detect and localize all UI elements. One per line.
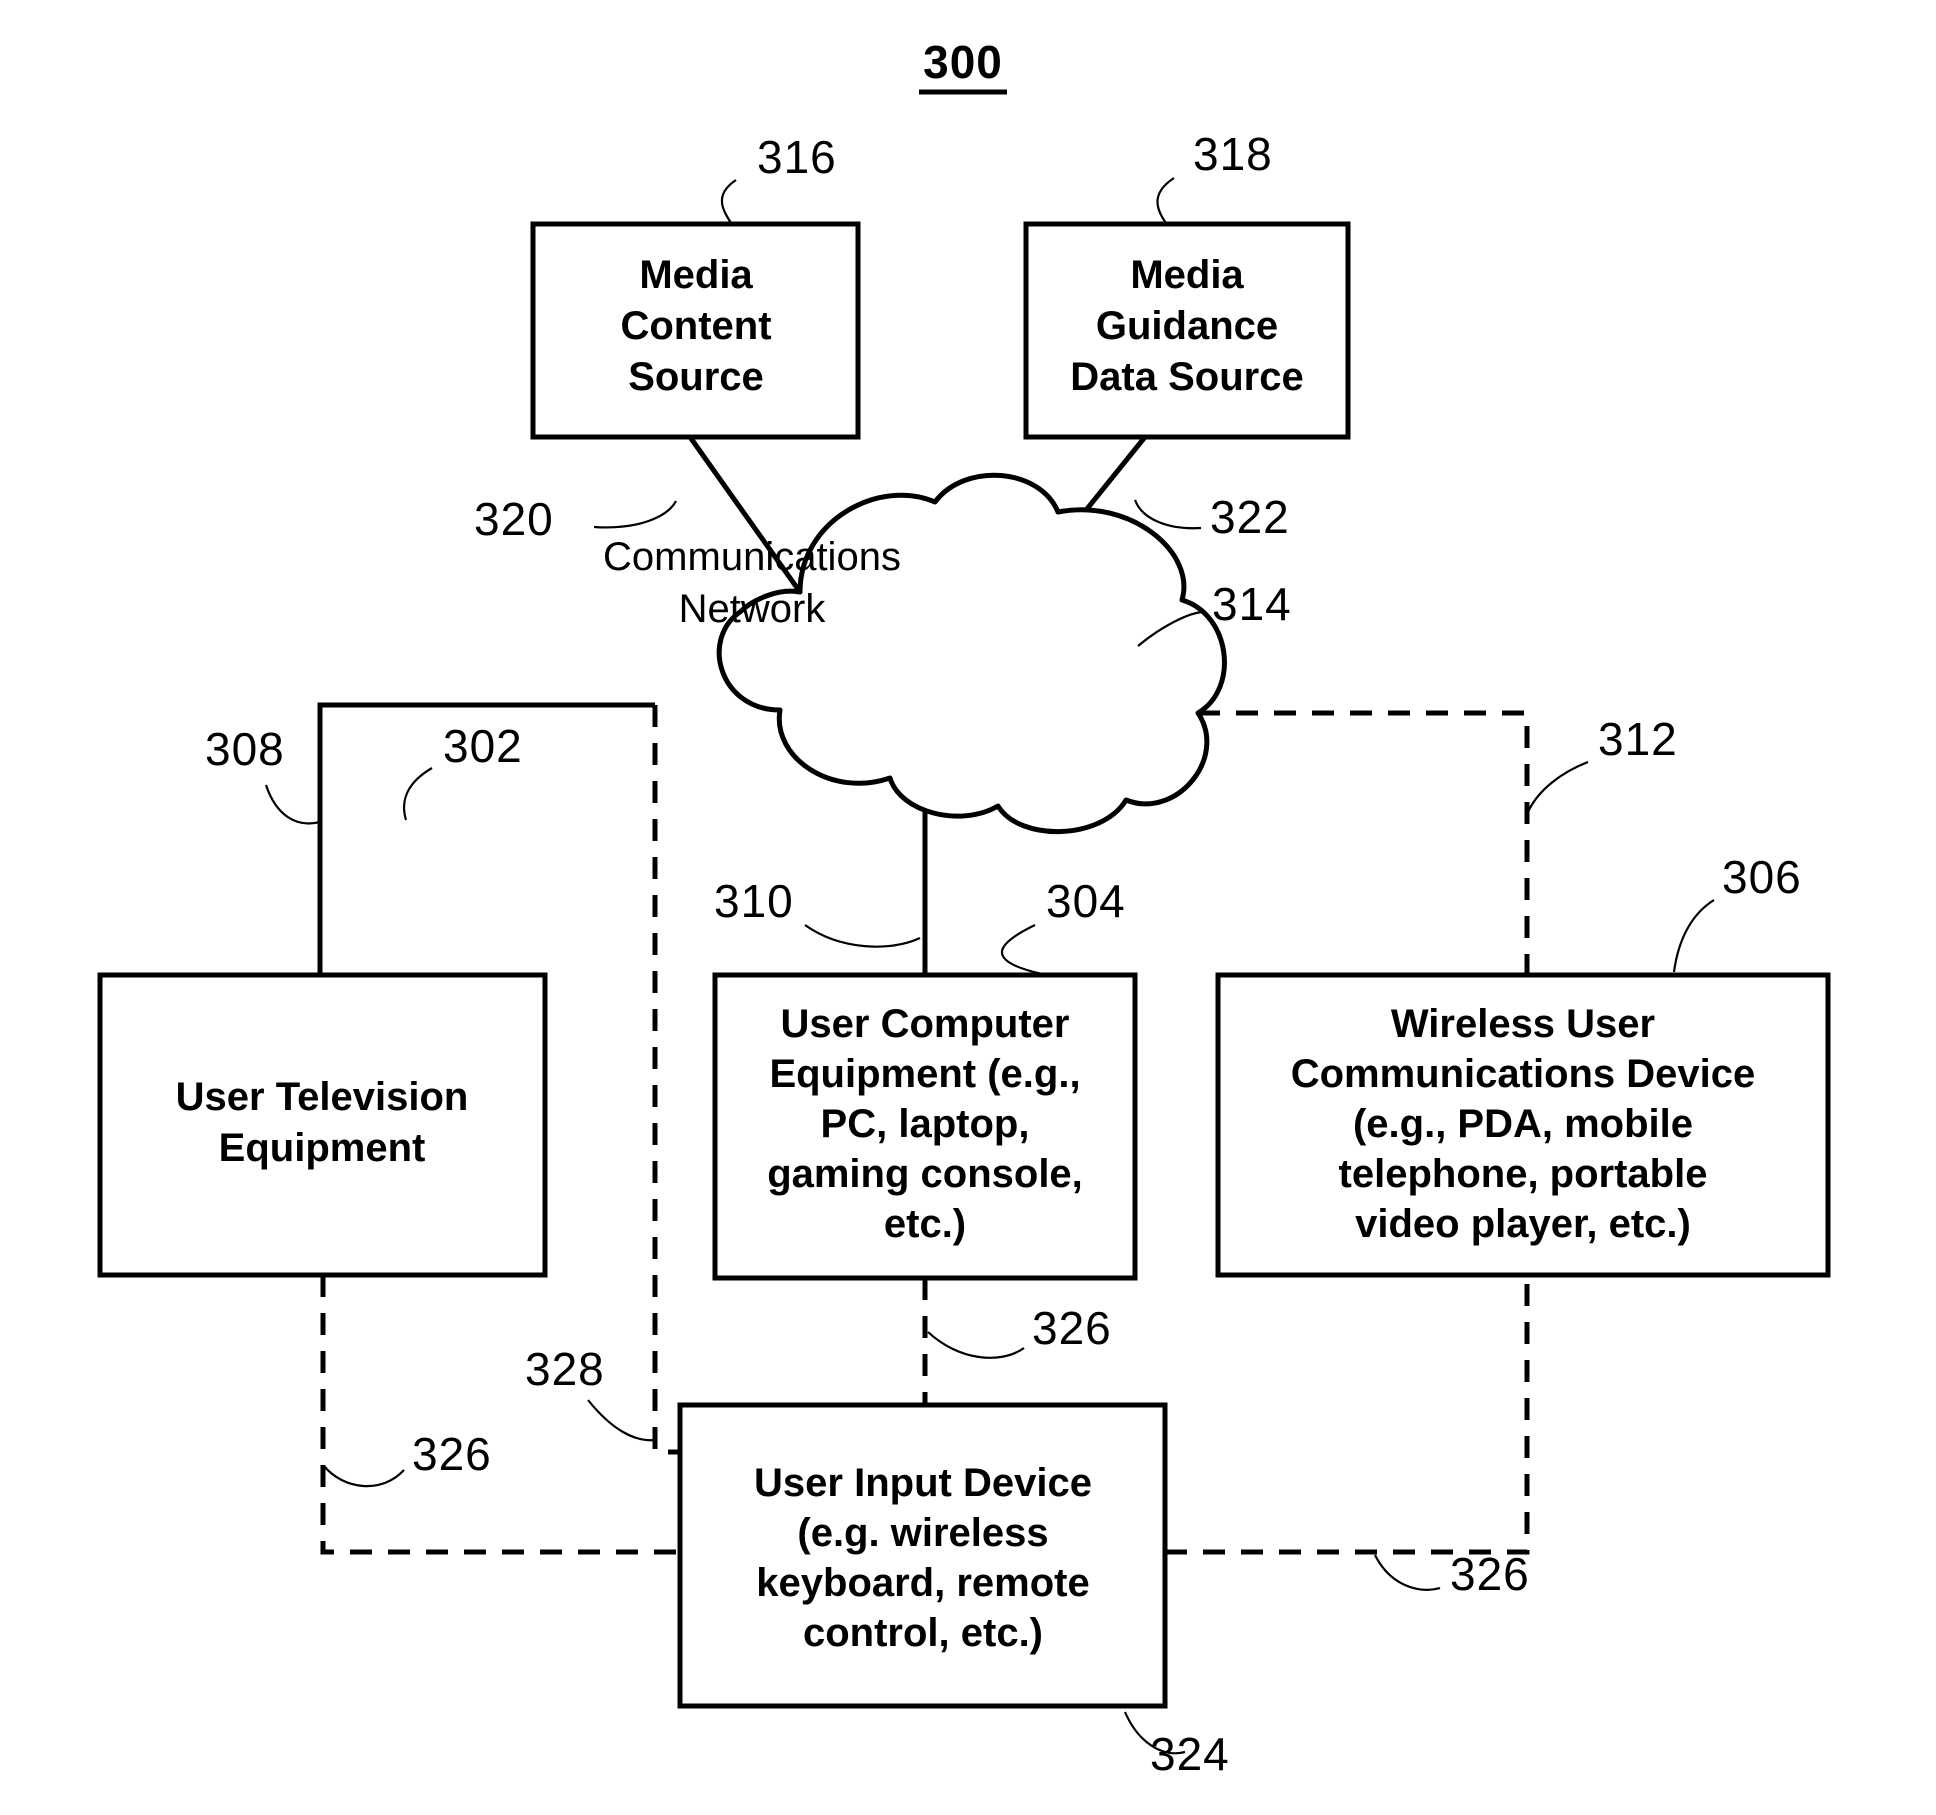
reference-306-leader: [1672, 899, 1715, 973]
communications-network-label-line-1: Communications: [603, 535, 901, 579]
reference-324-label: 324: [1150, 1728, 1230, 1780]
reference-308-leader: [264, 784, 321, 825]
reference-304-leader: [1001, 924, 1043, 976]
communications-network-label-line-2: Network: [679, 587, 827, 631]
wireless-user-communications-device-line-1: Wireless User: [1391, 1002, 1655, 1046]
media-guidance-data-source-node[interactable]: Media Guidance Data Source: [1023, 221, 1351, 440]
reference-326-computer-leader: [927, 1331, 1025, 1359]
user-television-equipment-node[interactable]: User Television Equipment: [97, 972, 548, 1278]
reference-316-group: 316: [720, 131, 837, 227]
media-guidance-data-source-line-3: Data Source: [1070, 355, 1303, 399]
user-computer-equipment-line-2: Equipment (e.g.,: [769, 1052, 1080, 1096]
connector-326-wireless-line: [1165, 1275, 1530, 1555]
figure-title: 300: [923, 36, 1003, 88]
reference-308-group: 308: [205, 723, 321, 825]
reference-318-group: 318: [1156, 128, 1273, 227]
reference-326-computer-label: 326: [1032, 1302, 1112, 1354]
reference-318-leader: [1156, 177, 1175, 227]
reference-308-label: 308: [205, 723, 285, 775]
user-computer-equipment-line-3: PC, laptop,: [821, 1102, 1030, 1146]
patent-figure-300: 300 Communications Network Media Content…: [0, 0, 1936, 1815]
reference-306-group: 306: [1672, 851, 1802, 973]
reference-322-leader: [1133, 499, 1202, 530]
reference-316-label: 316: [757, 131, 837, 183]
user-computer-equipment-line-4: gaming console,: [767, 1152, 1083, 1196]
user-input-device-line-4: control, etc.): [803, 1611, 1043, 1655]
reference-304-group: 304: [1001, 875, 1126, 976]
reference-326-computer-group: 326: [927, 1302, 1112, 1359]
connector-328-line: [652, 705, 680, 1455]
reference-312-leader: [1526, 760, 1589, 813]
reference-302-group: 302: [402, 720, 523, 821]
reference-328-label: 328: [525, 1343, 605, 1395]
reference-326-wireless-group: 326: [1374, 1548, 1530, 1600]
user-computer-equipment-line-5: etc.): [884, 1202, 966, 1246]
reference-314-label: 314: [1212, 578, 1292, 630]
figure-title-group: 300: [919, 36, 1007, 95]
wireless-user-communications-device-line-4: telephone, portable: [1339, 1152, 1708, 1196]
user-television-equipment-box: [97, 972, 548, 1278]
reference-316-leader: [720, 179, 737, 227]
media-content-source-node[interactable]: Media Content Source: [530, 221, 861, 440]
media-guidance-data-source-line-2: Guidance: [1096, 304, 1278, 348]
wireless-user-communications-device-line-3: (e.g., PDA, mobile: [1353, 1102, 1693, 1146]
media-content-source-line-1: Media: [639, 253, 753, 297]
reference-322-label: 322: [1210, 491, 1290, 543]
reference-326-television-group: 326: [323, 1428, 492, 1488]
user-computer-equipment-line-1: User Computer: [781, 1002, 1070, 1046]
reference-312-label: 312: [1598, 713, 1678, 765]
user-input-device-line-2: (e.g. wireless: [797, 1511, 1048, 1555]
user-input-device-box: [677, 1402, 1168, 1709]
user-television-equipment-line-1: User Television: [176, 1075, 469, 1119]
reference-302-leader: [402, 767, 433, 821]
reference-326-television-label: 326: [412, 1428, 492, 1480]
reference-326-wireless-label: 326: [1450, 1548, 1530, 1600]
reference-324-group: 324: [1123, 1711, 1230, 1780]
connector-326-television-line: [320, 1275, 680, 1555]
system-diagram-canvas: 300 Communications Network Media Content…: [97, 36, 1831, 1780]
media-guidance-data-source-line-1: Media: [1130, 253, 1244, 297]
cloud-shape: [716, 472, 1227, 834]
reference-312-group: 312: [1526, 713, 1678, 813]
wireless-user-communications-device-line-2: Communications Device: [1291, 1052, 1756, 1096]
wireless-user-communications-device-node[interactable]: Wireless User Communications Device (e.g…: [1215, 972, 1831, 1278]
user-input-device-line-3: keyboard, remote: [756, 1561, 1089, 1605]
user-computer-equipment-node[interactable]: User Computer Equipment (e.g., PC, lapto…: [712, 972, 1138, 1281]
reference-318-label: 318: [1193, 128, 1273, 180]
reference-310-group: 310: [714, 875, 921, 948]
reference-310-label: 310: [714, 875, 794, 927]
reference-304-label: 304: [1046, 875, 1126, 927]
wireless-user-communications-device-line-5: video player, etc.): [1355, 1202, 1691, 1246]
media-content-source-line-3: Source: [628, 355, 764, 399]
communications-network-node[interactable]: Communications Network: [603, 472, 1227, 834]
user-television-equipment-line-2: Equipment: [219, 1126, 426, 1170]
media-content-source-line-2: Content: [620, 304, 771, 348]
reference-328-group: 328: [525, 1343, 656, 1442]
reference-302-label: 302: [443, 720, 523, 772]
reference-310-leader: [804, 924, 921, 948]
reference-320-label: 320: [474, 493, 554, 545]
reference-328-leader: [587, 1399, 656, 1442]
reference-326-television-leader: [323, 1465, 405, 1488]
reference-326-wireless-leader: [1374, 1554, 1441, 1591]
user-input-device-line-1: User Input Device: [754, 1461, 1092, 1505]
user-input-device-node[interactable]: User Input Device (e.g. wireless keyboar…: [677, 1402, 1168, 1709]
connector-312-line: [1198, 710, 1530, 975]
reference-320-leader: [593, 500, 677, 529]
reference-306-label: 306: [1722, 851, 1802, 903]
